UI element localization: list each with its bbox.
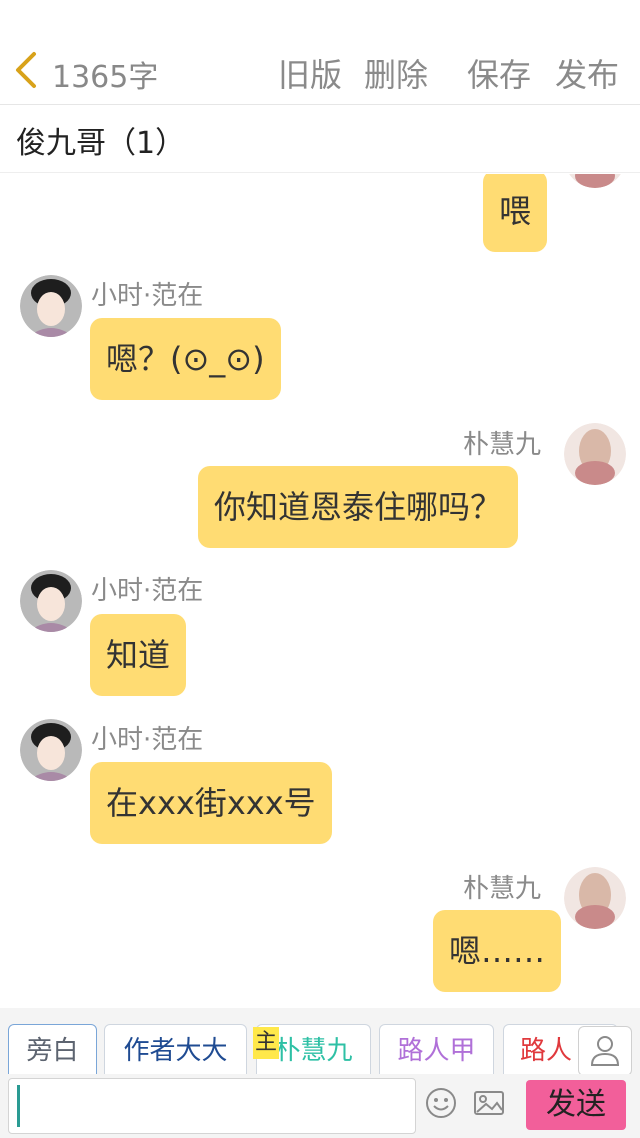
message-bubble: 嗯？(⊙_⊙) <box>90 318 281 400</box>
chat-title: 俊九哥（1） <box>16 126 186 161</box>
chevron-left-icon[interactable] <box>12 50 42 90</box>
image-icon[interactable] <box>472 1086 506 1120</box>
message-bubble: 你知道恩泰住哪吗？ <box>198 466 519 548</box>
delete-button[interactable]: 删除 <box>364 50 428 96</box>
send-button[interactable]: 发送 <box>526 1080 626 1130</box>
emoji-icon[interactable] <box>424 1086 458 1120</box>
avatar[interactable] <box>564 423 626 485</box>
avatar[interactable] <box>20 570 82 632</box>
avatar[interactable] <box>20 275 82 337</box>
sender-name: 小时·范在 <box>91 281 204 311</box>
message-input[interactable] <box>8 1078 416 1134</box>
avatar[interactable] <box>564 867 626 929</box>
role-label: 路人甲 <box>397 1036 476 1066</box>
text-caret <box>17 1085 20 1127</box>
sender-name: 朴慧九 <box>463 430 542 460</box>
publish-button[interactable]: 发布 <box>555 50 619 96</box>
role-narration[interactable]: 旁白 <box>8 1024 97 1074</box>
avatar[interactable] <box>20 719 82 781</box>
role-passerby-a[interactable]: 路人甲 <box>379 1024 494 1074</box>
input-row: 发送 <box>0 1074 640 1138</box>
user-button[interactable] <box>578 1026 632 1076</box>
role-label: 旁白 <box>26 1036 79 1066</box>
message-bubble: 在xxx街xxx号 <box>90 762 332 844</box>
role-author[interactable]: 作者大大 <box>104 1024 247 1074</box>
sender-name: 朴慧九 <box>463 874 542 904</box>
sender-name: 小时·范在 <box>91 576 204 606</box>
save-button[interactable]: 保存 <box>467 50 531 96</box>
message-bubble: 知道 <box>90 614 187 696</box>
old-version-button[interactable]: 旧版 <box>278 50 342 96</box>
role-label: 作者大大 <box>123 1036 228 1066</box>
sender-name: 小时·范在 <box>91 725 204 755</box>
chat-title-bar: 俊九哥（1） <box>0 105 640 173</box>
chat-area[interactable]: 喂 小时·范在 嗯？(⊙_⊙) 朴慧九 你知道恩泰住哪吗？ 小时·范在 知道 小… <box>0 174 640 1008</box>
avatar[interactable] <box>564 174 626 188</box>
word-count: 1365字 <box>52 60 159 95</box>
message-bubble: 嗯…… <box>433 910 562 992</box>
role-label: 路人 <box>520 1036 573 1066</box>
message-bubble: 喂 <box>483 174 548 252</box>
top-bar: 1365字 旧版 删除 保存 发布 <box>0 0 640 105</box>
role-selector: 旁白 作者大大 朴慧九 路人甲 路人 <box>0 1008 640 1074</box>
host-badge: 主 <box>253 1027 279 1059</box>
role-label: 朴慧九 <box>274 1036 353 1066</box>
user-icon <box>590 1036 620 1066</box>
